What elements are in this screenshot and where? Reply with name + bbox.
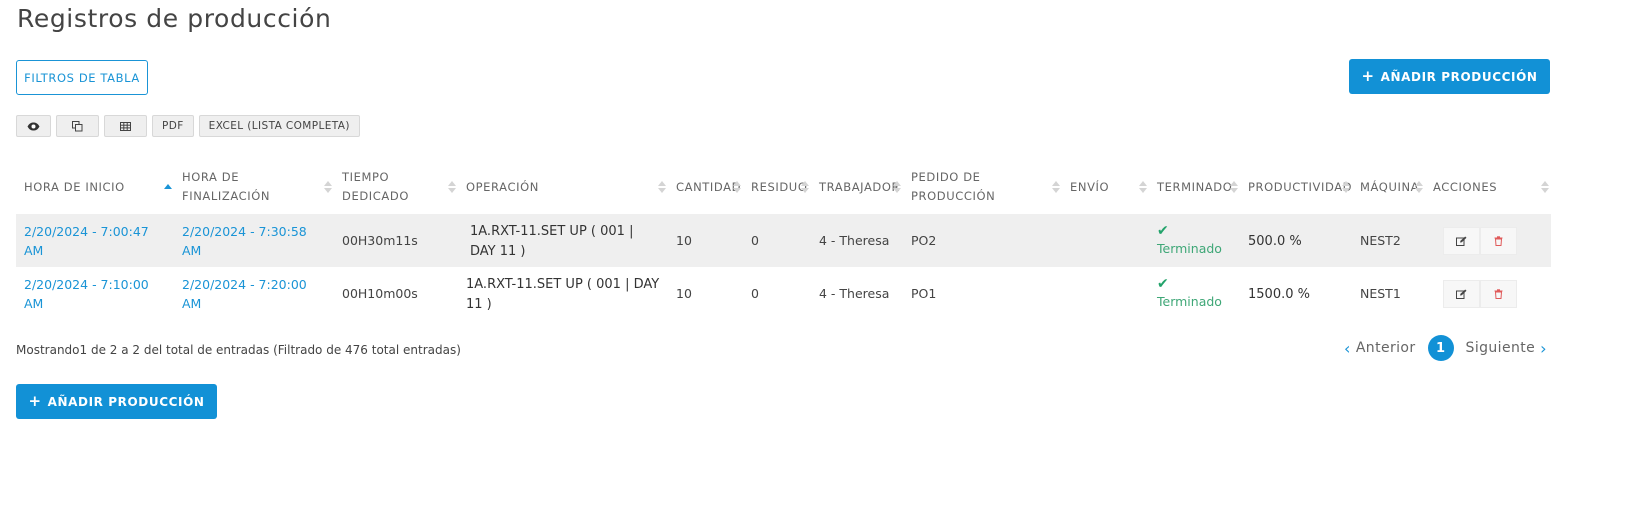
column-header-end[interactable]: HORA DE FINALIZACIÓN xyxy=(174,160,334,214)
sort-icon xyxy=(1139,181,1147,193)
worker: 4 - Theresa xyxy=(819,233,890,248)
chevron-right-icon: › xyxy=(1540,338,1547,358)
edit-button[interactable] xyxy=(1443,279,1480,308)
quantity: 10 xyxy=(676,286,692,301)
check-icon: ✔ xyxy=(1157,223,1169,239)
time-spent: 00H30m11s xyxy=(342,233,418,248)
productivity: 500.0 % xyxy=(1248,233,1302,249)
plus-icon: + xyxy=(28,392,42,410)
production-order: PO2 xyxy=(911,233,937,248)
waste: 0 xyxy=(751,286,759,301)
row-actions xyxy=(1443,279,1543,308)
plus-icon: + xyxy=(1361,67,1375,85)
time-spent: 00H10m00s xyxy=(342,286,418,301)
column-header-waste[interactable]: RESIDUO xyxy=(743,160,811,214)
table-info: Mostrando1 de 2 a 2 del total de entrada… xyxy=(16,343,461,357)
sort-icon xyxy=(1052,181,1060,193)
previous-page-button[interactable]: ‹ Anterior xyxy=(1344,339,1416,358)
table-icon xyxy=(120,121,131,131)
column-header-worker[interactable]: TRABAJADOR xyxy=(811,160,903,214)
sort-icon xyxy=(1230,181,1238,193)
column-header-quantity[interactable]: CANTIDAD xyxy=(668,160,743,214)
edit-button[interactable] xyxy=(1443,226,1480,255)
table-header-row: HORA DE INICIO HORA DE FINALIZACIÓN TIEM… xyxy=(16,160,1551,214)
column-header-productivity[interactable]: PRODUCTIVIDAD xyxy=(1240,160,1352,214)
add-production-button-bottom[interactable]: + AÑADIR PRODUCCIÓN xyxy=(16,384,217,419)
add-production-label: AÑADIR PRODUCCIÓN xyxy=(47,394,205,409)
copy-icon xyxy=(72,120,83,131)
table-row: 2/20/2024 - 7:00:47 AM 2/20/2024 - 7:30:… xyxy=(16,214,1551,267)
quantity: 10 xyxy=(676,233,692,248)
production-order: PO1 xyxy=(911,286,937,301)
page-title: Registros de producción xyxy=(17,4,332,33)
delete-button[interactable] xyxy=(1480,226,1517,255)
sort-icon xyxy=(324,181,332,193)
pagination: ‹ Anterior 1 Siguiente › xyxy=(1344,335,1547,361)
edit-icon xyxy=(1456,236,1467,246)
column-header-operation[interactable]: OPERACIÓN xyxy=(458,160,668,214)
finished-status: Terminado xyxy=(1157,241,1222,256)
column-header-start[interactable]: HORA DE INICIO xyxy=(16,160,174,214)
csv-button[interactable] xyxy=(104,115,147,137)
waste: 0 xyxy=(751,233,759,248)
add-production-label: AÑADIR PRODUCCIÓN xyxy=(1380,69,1538,84)
column-header-finished[interactable]: TERMINADO xyxy=(1149,160,1240,214)
sort-icon xyxy=(1415,181,1423,193)
sort-icon xyxy=(893,181,901,193)
start-time-link[interactable]: 2/20/2024 - 7:10:00 AM xyxy=(24,277,149,311)
sort-icon xyxy=(1342,181,1350,193)
copy-button[interactable] xyxy=(56,115,99,137)
machine: NEST1 xyxy=(1360,286,1401,301)
end-time-link[interactable]: 2/20/2024 - 7:20:00 AM xyxy=(182,277,307,311)
edit-icon xyxy=(1456,289,1467,299)
production-table: HORA DE INICIO HORA DE FINALIZACIÓN TIEM… xyxy=(16,160,1551,320)
next-label: Siguiente xyxy=(1465,340,1536,356)
sort-asc-icon xyxy=(164,181,172,193)
previous-label: Anterior xyxy=(1355,340,1416,356)
table-row: 2/20/2024 - 7:10:00 AM 2/20/2024 - 7:20:… xyxy=(16,267,1551,320)
next-page-button[interactable]: Siguiente › xyxy=(1466,339,1547,358)
sort-icon xyxy=(658,181,666,193)
sort-icon xyxy=(1541,181,1549,193)
column-visibility-button[interactable] xyxy=(16,115,51,137)
start-time-link[interactable]: 2/20/2024 - 7:00:47 AM xyxy=(24,224,149,258)
column-header-order[interactable]: PEDIDO DE PRODUCCIÓN xyxy=(903,160,1062,214)
export-toolbar: PDF EXCEL (LISTA COMPLETA) xyxy=(16,115,360,137)
eye-icon xyxy=(27,122,40,130)
column-header-time[interactable]: TIEMPO DEDICADO xyxy=(334,160,458,214)
trash-icon xyxy=(1494,235,1503,246)
column-header-actions[interactable]: ACCIONES xyxy=(1425,160,1551,214)
page-1-button[interactable]: 1 xyxy=(1427,335,1454,361)
finished-status: Terminado xyxy=(1157,294,1222,309)
sort-icon xyxy=(801,181,809,193)
productivity: 1500.0 % xyxy=(1248,286,1310,302)
excel-button[interactable]: EXCEL (LISTA COMPLETA) xyxy=(198,115,360,137)
sort-icon xyxy=(448,181,456,193)
row-actions xyxy=(1443,226,1543,255)
machine: NEST2 xyxy=(1360,233,1401,248)
operation: 1A.RXT-11.SET UP ( 001 | DAY 11 ) xyxy=(470,223,634,259)
check-icon: ✔ xyxy=(1157,276,1169,292)
table-filters-button[interactable]: FILTROS DE TABLA xyxy=(16,60,148,95)
column-header-machine[interactable]: MÁQUINA xyxy=(1352,160,1425,214)
trash-icon xyxy=(1494,288,1503,299)
end-time-link[interactable]: 2/20/2024 - 7:30:58 AM xyxy=(182,224,307,258)
delete-button[interactable] xyxy=(1480,279,1517,308)
worker: 4 - Theresa xyxy=(819,286,890,301)
pdf-button[interactable]: PDF xyxy=(152,115,194,137)
sort-icon xyxy=(733,181,741,193)
add-production-button-top[interactable]: + AÑADIR PRODUCCIÓN xyxy=(1349,59,1550,94)
chevron-left-icon: ‹ xyxy=(1344,338,1351,358)
column-header-shipment[interactable]: ENVÍO xyxy=(1062,160,1149,214)
operation: 1A.RXT-11.SET UP ( 001 | DAY 11 ) xyxy=(466,276,660,312)
